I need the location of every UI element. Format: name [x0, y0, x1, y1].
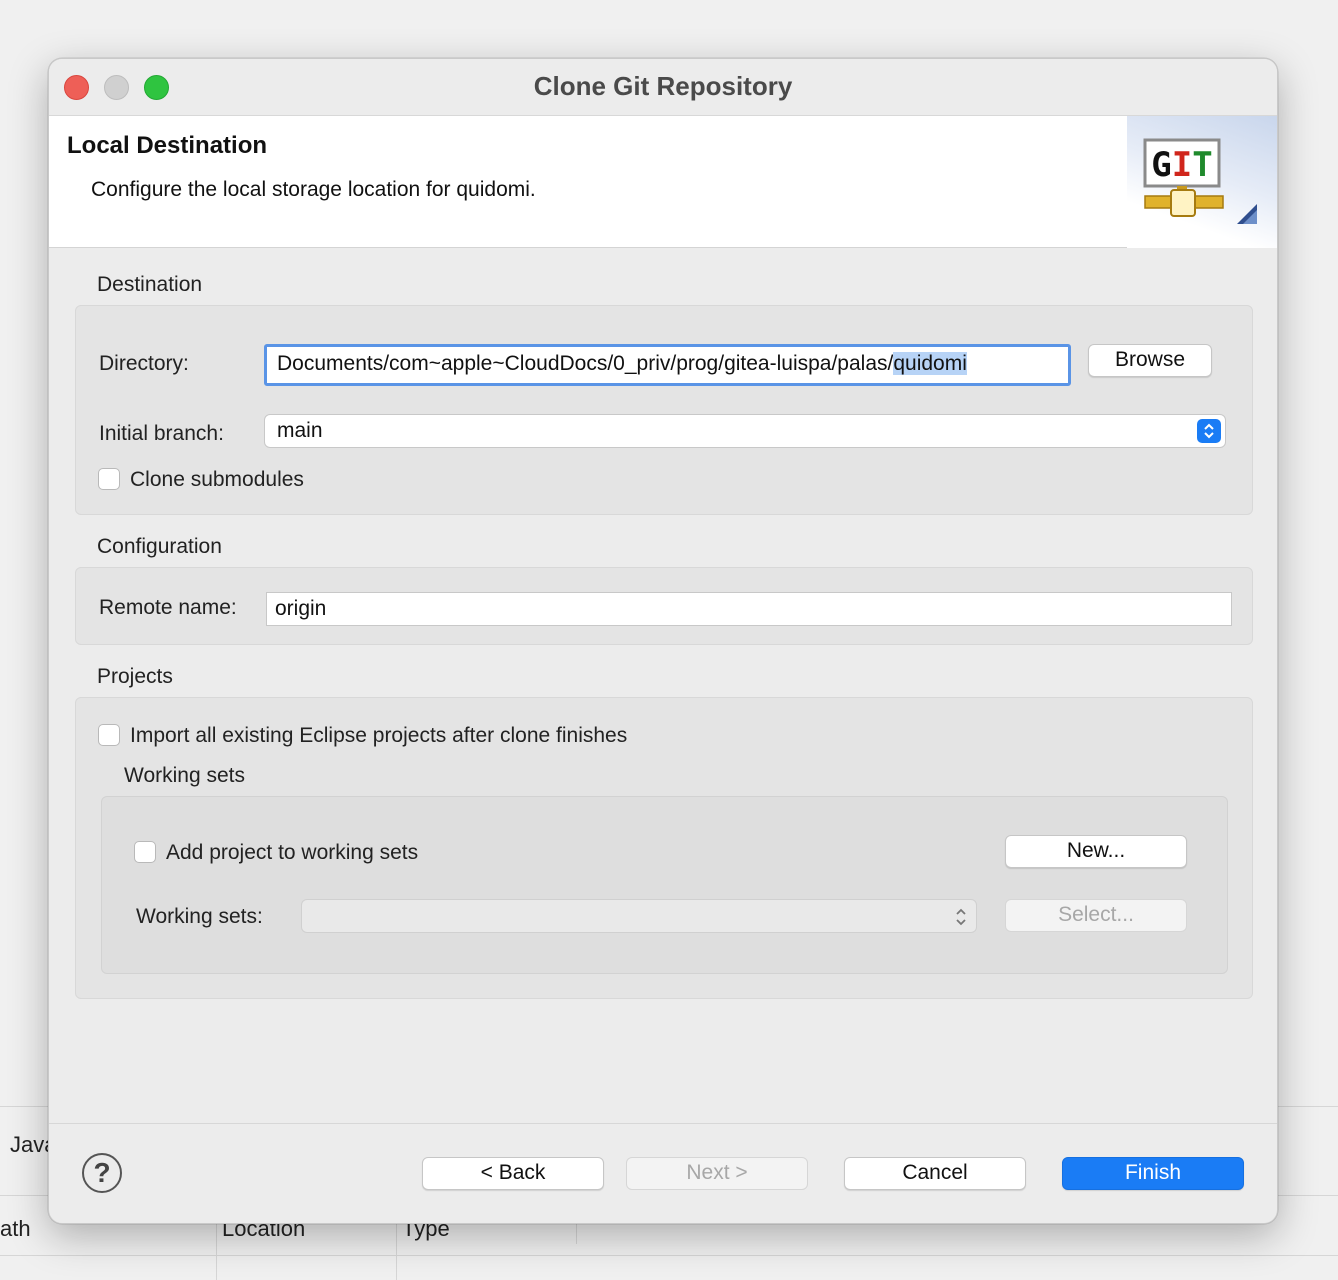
git-logo-text: GIT [1151, 145, 1212, 185]
working-sets-group-label: Working sets [124, 764, 245, 787]
new-working-set-button[interactable]: New... [1005, 835, 1187, 868]
wizard-header: Local Destination Configure the local st… [49, 116, 1277, 248]
git-logo-icon: GIT [1143, 138, 1257, 224]
next-button[interactable]: Next > [626, 1157, 808, 1190]
working-sets-group: Add project to working sets New... Worki… [101, 796, 1228, 974]
working-sets-select[interactable] [301, 899, 977, 933]
directory-selected-text: quidomi [893, 352, 967, 375]
background-column-path: ath [0, 1216, 31, 1241]
back-button[interactable]: < Back [422, 1157, 604, 1190]
select-working-sets-button[interactable]: Select... [1005, 899, 1187, 932]
chevron-updown-icon [954, 906, 968, 928]
window-title: Clone Git Repository [533, 71, 793, 101]
page-title: Local Destination [67, 132, 268, 159]
projects-group: Import all existing Eclipse projects aft… [75, 697, 1253, 999]
initial-branch-label: Initial branch: [99, 422, 224, 445]
configuration-group: Remote name: origin [75, 567, 1253, 645]
clone-git-repository-dialog: Clone Git Repository Local Destination C… [48, 58, 1278, 1224]
title-bar: Clone Git Repository [49, 59, 1277, 116]
initial-branch-select[interactable]: main [264, 414, 1226, 448]
clone-submodules-checkbox[interactable] [98, 468, 120, 490]
clone-submodules-label: Clone submodules [130, 468, 304, 491]
background-divider [0, 1255, 1338, 1256]
destination-group: Directory: Documents/com~apple~CloudDocs… [75, 305, 1253, 515]
chevron-updown-icon [1197, 419, 1221, 443]
finish-button[interactable]: Finish [1062, 1157, 1244, 1190]
initial-branch-value: main [277, 419, 323, 442]
browse-button[interactable]: Browse [1088, 344, 1212, 377]
git-logo-banner: GIT [1127, 116, 1277, 248]
projects-section-label: Projects [97, 665, 173, 688]
page-description: Configure the local storage location for… [91, 178, 536, 201]
add-to-working-sets-checkbox[interactable] [134, 841, 156, 863]
add-to-working-sets-label: Add project to working sets [166, 841, 419, 864]
directory-input[interactable]: Documents/com~apple~CloudDocs/0_priv/pro… [264, 344, 1071, 386]
working-sets-label: Working sets: [136, 905, 263, 928]
remote-name-input[interactable]: origin [266, 592, 1232, 626]
remote-name-label: Remote name: [99, 596, 237, 619]
footer-divider [49, 1123, 1277, 1124]
import-projects-checkbox[interactable] [98, 724, 120, 746]
directory-value: Documents/com~apple~CloudDocs/0_priv/pro… [277, 352, 894, 375]
configuration-section-label: Configuration [97, 535, 222, 558]
cancel-button[interactable]: Cancel [844, 1157, 1026, 1190]
directory-label: Directory: [99, 352, 189, 375]
destination-section-label: Destination [97, 273, 203, 296]
import-projects-label: Import all existing Eclipse projects aft… [130, 724, 628, 747]
help-icon[interactable]: ? [82, 1153, 122, 1193]
